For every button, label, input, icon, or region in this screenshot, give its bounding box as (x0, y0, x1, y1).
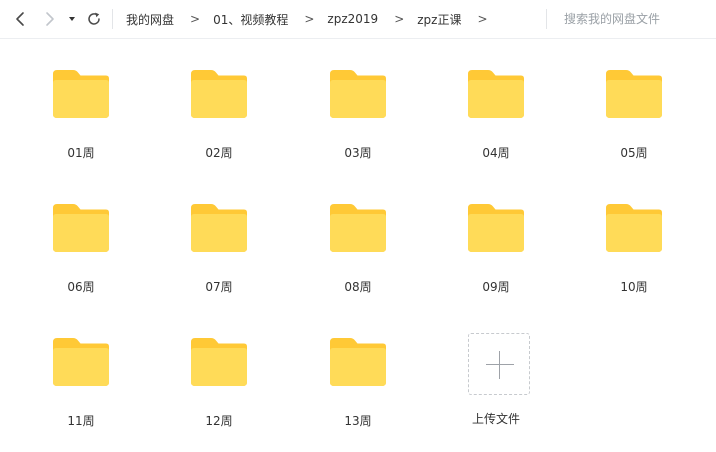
folder-icon (468, 70, 524, 118)
breadcrumb: 我的网盘 > 01、视频教程 > zpz2019 > zpz正课 > (126, 0, 501, 38)
folder-icon (330, 338, 386, 386)
folder-item[interactable]: 12周 (174, 336, 264, 446)
folder-item[interactable]: 05周 (589, 68, 679, 178)
plus-icon-vertical (499, 351, 500, 379)
folder-item[interactable]: 04周 (451, 68, 541, 178)
folder-item[interactable]: 07周 (174, 202, 264, 312)
folder-label: 02周 (205, 146, 233, 160)
breadcrumb-item[interactable]: zpz2019 (327, 12, 378, 26)
breadcrumb-item-current[interactable]: zpz正课 (417, 11, 461, 28)
toolbar: 我的网盘 > 01、视频教程 > zpz2019 > zpz正课 > (0, 0, 716, 39)
folder-item[interactable]: 03周 (313, 68, 403, 178)
breadcrumb-separator: > (304, 12, 315, 26)
breadcrumb-separator: > (477, 12, 488, 26)
breadcrumb-item[interactable]: 我的网盘 (126, 11, 174, 28)
folder-label: 09周 (482, 280, 510, 294)
folder-icon (191, 204, 247, 252)
folder-icon (330, 70, 386, 118)
search-input[interactable] (556, 8, 716, 30)
folder-item[interactable]: 02周 (174, 68, 264, 178)
search-divider (546, 9, 547, 29)
folder-item[interactable]: 06周 (36, 202, 126, 312)
forward-button[interactable] (40, 9, 60, 29)
forward-icon (46, 12, 54, 26)
folder-icon (53, 204, 109, 252)
folder-item[interactable]: 09周 (451, 202, 541, 312)
folder-item[interactable]: 08周 (313, 202, 403, 312)
folder-label: 13周 (344, 414, 372, 428)
folder-item[interactable]: 13周 (313, 336, 403, 446)
folder-icon (606, 70, 662, 118)
folder-icon (191, 338, 247, 386)
back-button[interactable] (10, 9, 30, 29)
folder-label: 10周 (620, 280, 648, 294)
folder-item[interactable]: 01周 (36, 68, 126, 178)
folder-icon (53, 70, 109, 118)
upload-label: 上传文件 (471, 412, 520, 426)
refresh-icon (88, 12, 100, 25)
folder-label: 08周 (344, 280, 372, 294)
folder-icon (191, 70, 247, 118)
folder-label: 01周 (67, 146, 95, 160)
folder-label: 07周 (205, 280, 233, 294)
folder-label: 06周 (67, 280, 95, 294)
folder-item[interactable]: 10周 (589, 202, 679, 312)
folder-label: 11周 (67, 414, 95, 428)
folder-label: 05周 (620, 146, 648, 160)
folder-icon (606, 204, 662, 252)
folder-icon (53, 338, 109, 386)
back-icon (16, 12, 24, 26)
breadcrumb-separator: > (394, 12, 405, 26)
folder-icon (468, 204, 524, 252)
folder-icon (330, 204, 386, 252)
refresh-button[interactable] (84, 9, 104, 29)
dropdown-icon (69, 17, 75, 21)
folder-label: 04周 (482, 146, 510, 160)
plus-icon (486, 364, 514, 365)
breadcrumb-item[interactable]: 01、视频教程 (213, 11, 288, 28)
folder-item[interactable]: 11周 (36, 336, 126, 446)
breadcrumb-separator: > (190, 12, 201, 26)
toolbar-divider (112, 9, 113, 29)
folder-label: 12周 (205, 414, 233, 428)
upload-file-button[interactable]: 上传文件 (451, 333, 541, 443)
history-dropdown-button[interactable] (64, 9, 80, 29)
upload-box (468, 333, 530, 395)
folder-label: 03周 (344, 146, 372, 160)
